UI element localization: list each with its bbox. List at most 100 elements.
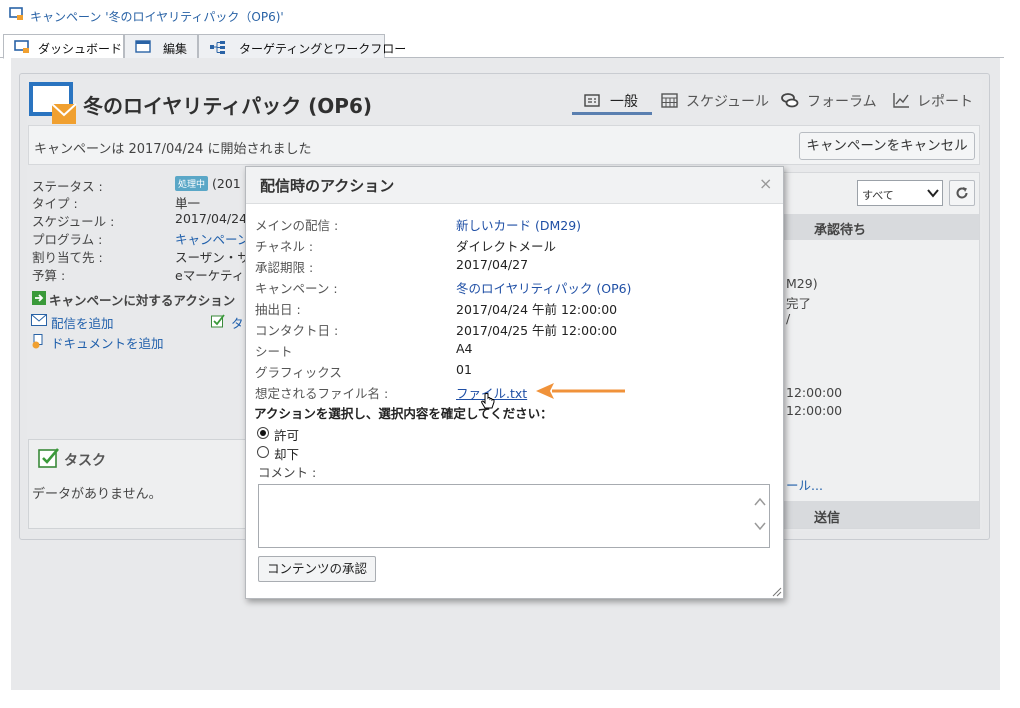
task-check-icon [211,314,225,328]
campaign-window-icon [9,7,24,22]
assigned-to-value: スーザン・サ [175,250,250,265]
dialog-title: 配信時のアクション [260,177,395,195]
resize-grip-icon[interactable] [772,587,782,597]
document-icon [31,334,45,349]
nav-tab-forum-label: フォーラム [807,94,877,110]
radio-unselected-icon [257,446,269,458]
action-prompt: アクションを選択し、選択内容を確定してください： [254,406,553,421]
tab-dashboard[interactable]: ダッシュボード [3,34,124,59]
tasks-title: タスク [64,453,106,469]
edit-icon [135,40,151,54]
workflow-icon [209,40,227,54]
active-tab-indicator [572,112,652,115]
refresh-button[interactable] [949,180,975,206]
reject-radio[interactable]: 却下 [257,444,317,462]
delivery-status-text: 完了 [786,296,812,311]
add-delivery-label: 配信を追加 [51,316,114,331]
pending-approval-label: 承認待ち [814,223,867,238]
dialog-close-button[interactable]: × [759,174,772,193]
delivery-more-link[interactable]: ール... [786,475,823,494]
pending-approval-header: 承認待ち [784,214,979,240]
send-header: 送信 [784,501,979,528]
tab-edit-label: 編集 [163,42,188,56]
tasks-icon [38,447,60,469]
tasks-empty-text: データがありません。 [32,487,162,502]
status-value: 処理中 (201 [175,176,241,191]
scroll-up-icon[interactable] [754,497,766,507]
tab-dashboard-label: ダッシュボード [38,42,123,56]
main-delivery-link[interactable]: 新しいカード (DM29) [456,215,581,234]
schedule-label: スケジュール : [32,214,115,229]
program-link[interactable]: キャンペーン [175,229,249,248]
send-header-label: 送信 [814,511,841,526]
add-delivery-link[interactable]: 配信を追加 [31,313,161,331]
window-title: キャンペーン '冬のロイヤリティパック（OP6)' [30,10,284,24]
add-document-link[interactable]: ドキュメントを追加 [31,333,191,351]
tab-targeting-workflow[interactable]: ターゲティングとワークフロー [198,34,406,59]
scroll-down-icon[interactable] [754,521,766,531]
extraction-date-value: 2017/04/24 午前 12:00:00 [456,302,618,317]
dashboard-icon [14,40,30,54]
chevron-down-icon [927,187,939,199]
sheet-value: A4 [456,341,473,356]
tab-strip: ダッシュボード 編集 ターゲティングとワークフロー [0,30,1004,59]
delivery-time-1: 12:00:00 [786,385,843,400]
report-icon [893,92,910,108]
approval-deadline-value: 2017/04/27 [456,257,529,272]
general-icon [584,92,600,108]
campaign-actions-header-label: キャンペーンに対するアクション [49,293,236,308]
schedule-value: 2017/04/24 [175,211,248,226]
contact-date-value: 2017/04/25 午前 12:00:00 [456,323,618,338]
contact-date-label: コンタクト日 : [255,323,339,338]
graphics-label: グラフィックス [255,365,342,380]
main-delivery-label: メインの配信 : [255,218,339,233]
comment-label: コメント : [258,465,317,480]
campaign-title: 冬のロイヤリティパック (OP6) [83,94,373,118]
status-badge: 処理中 [175,176,209,191]
campaign-icon [29,82,79,126]
refresh-icon [955,186,969,200]
sheet-label: シート [255,344,293,359]
nav-tab-report-label: レポート [917,94,973,110]
campaign-link[interactable]: 冬のロイヤリティパック (OP6) [456,278,631,297]
radio-selected-icon [257,427,269,439]
delivery-filter-select[interactable]: すべて [857,180,943,206]
graphics-value: 01 [456,362,472,377]
annotation-arrow-icon [534,382,628,400]
tab-edit[interactable]: 編集 [124,34,198,59]
tab-targeting-label: ターゲティングとワークフロー [239,42,407,56]
program-label: プログラム : [32,232,103,247]
nav-tab-schedule-label: スケジュール [686,94,770,110]
channel-value: ダイレクトメール [456,239,557,254]
nav-tab-general-label: 一般 [610,94,638,110]
type-value: 単一 [175,196,201,211]
approve-content-button[interactable]: コンテンツの承認 [258,556,376,582]
add-task-label: タ [231,316,244,331]
cancel-campaign-button[interactable]: キャンペーンをキャンセル [799,132,975,160]
campaign-label: キャンペーン : [255,281,338,296]
calendar-icon [661,92,678,108]
approve-radio[interactable]: 許可 [257,425,317,443]
delivery-misc-text: / [786,311,791,326]
channel-label: チャネル : [255,239,314,254]
window-titlebar: キャンペーン '冬のロイヤリティパック（OP6)' [0,0,1004,30]
delivery-code-text: M29) [786,276,818,291]
expected-filename-label: 想定されるファイル名 : [255,386,389,401]
add-document-label: ドキュメントを追加 [51,336,164,351]
reject-radio-label: 却下 [274,447,300,462]
envelope-icon [31,314,47,326]
status-date: (201 [212,176,241,191]
approval-deadline-label: 承認期限 : [255,260,314,275]
delivery-time-2: 12:00:00 [786,403,843,418]
forum-icon [781,92,799,109]
assigned-to-label: 割り当て先 : [32,250,103,265]
comment-textarea[interactable] [258,484,770,548]
arrow-right-icon [32,291,46,305]
extraction-date-label: 抽出日 : [255,302,301,317]
budget-label: 予算 : [32,268,66,283]
type-label: タイプ : [32,196,78,211]
budget-value: eマーケティ [175,268,245,283]
filter-value: すべて [862,189,894,202]
campaign-started-text: キャンペーンは 2017/04/24 に開始されました [34,142,312,157]
approve-radio-label: 許可 [274,428,300,443]
